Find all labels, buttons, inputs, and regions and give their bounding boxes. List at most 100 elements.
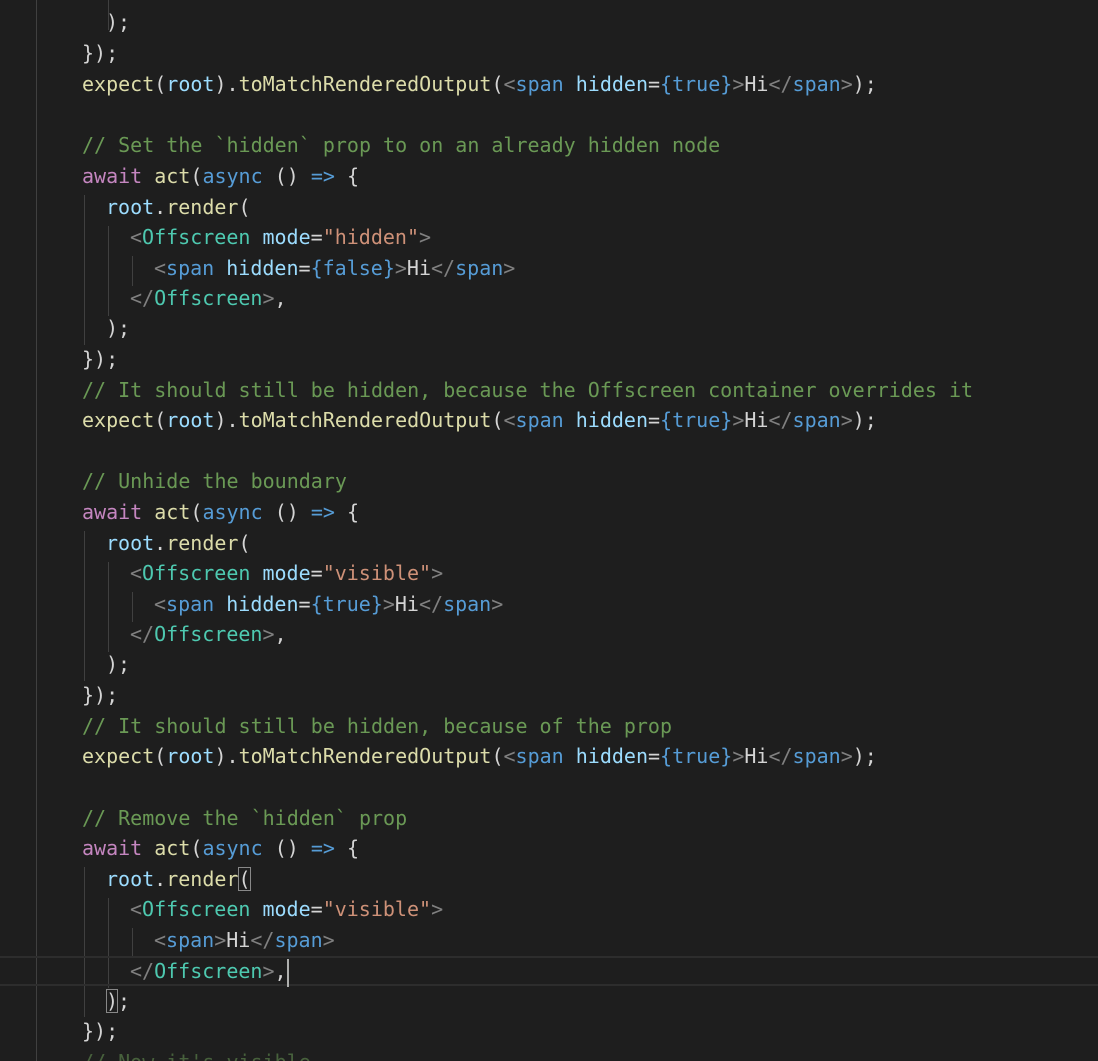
token-kw: false [322,256,383,280]
token-punc: }); [82,41,119,65]
token-angle: > [394,256,407,280]
token-punc: = [298,592,311,616]
token-punc: ( [238,195,251,219]
token-fn: act [154,836,191,860]
token-kw: { [310,592,323,616]
token-component: Offscreen [154,286,263,310]
token-tag: span [274,928,323,952]
code-line: // Remove the `hidden` prop [0,803,1098,833]
token-angle: < [154,928,167,952]
token-angle: < [154,592,167,616]
token-fn: render [166,867,239,891]
token-angle: </ [130,959,155,983]
token-ctrl: await [82,836,143,860]
token-angle: > [840,408,853,432]
token-punc: , [274,286,287,310]
code-line: ); [0,649,1098,679]
token-kw: { [310,256,323,280]
token-fn: render [166,531,239,555]
token-kw: true [672,744,721,768]
token-punc: . [226,744,239,768]
token-fn: render [166,195,239,219]
token-kw: } [720,408,733,432]
code-comment: // Remove the `hidden` prop [82,806,408,830]
code-editor[interactable]: ); }); expect(root).toMatchRenderedOutpu… [0,0,1098,1061]
token-punc: ( [190,164,203,188]
code-line: <Offscreen mode="visible"> [0,558,1098,588]
current-line[interactable]: </Offscreen>, [0,956,1098,987]
token-punc: ) [214,72,227,96]
token-punc: , [274,959,287,983]
token-angle: > [262,959,275,983]
code-line: <span>Hi</span> [0,925,1098,955]
code-line: ); [0,7,1098,37]
token-punc: () [262,164,311,188]
code-line: root.render( [0,528,1098,558]
token-kw: true [322,592,371,616]
token-kw: } [370,592,383,616]
token-angle: > [503,256,516,280]
code-line: ); [0,986,1098,1016]
token-punc: = [298,256,311,280]
code-line: }); [0,344,1098,374]
token-angle: > [382,592,395,616]
token-kw: } [720,744,733,768]
token-ctrl: await [82,500,143,524]
token-angle: > [840,72,853,96]
token-text: Hi [394,592,419,616]
token-kw: true [672,72,721,96]
code-comment: // It should still be hidden, because of… [82,714,673,738]
token-punc: ); [106,652,131,676]
token-kw: => [310,500,335,524]
token-attr: hidden [226,256,299,280]
token-punc: = [310,897,323,921]
token-fn: toMatchRenderedOutput [238,744,492,768]
token-punc: () [262,500,311,524]
code-line: await act(async () => { [0,161,1098,191]
token-punc: = [648,408,661,432]
token-attr: mode [262,225,311,249]
token-tag: span [515,744,564,768]
token-punc: ); [852,744,877,768]
code-line: expect(root).toMatchRenderedOutput(<span… [0,405,1098,435]
token-tag: span [515,408,564,432]
token-angle: > [732,72,745,96]
code-line: // It should still be hidden, because of… [0,711,1098,741]
token-var: root [106,531,155,555]
token-punc: ); [852,408,877,432]
token-text: Hi [744,408,769,432]
token-angle: > [262,286,275,310]
token-angle: > [262,622,275,646]
token-var: root [166,408,215,432]
token-angle: > [491,592,504,616]
token-punc: . [154,867,167,891]
token-punc: }); [82,683,119,707]
code-comment: // It should still be hidden, because th… [82,378,974,402]
token-var: root [106,195,155,219]
token-str: "visible" [322,561,432,585]
token-angle: </ [130,286,155,310]
code-comment-partial: // Now it's visible [82,1047,311,1061]
token-text: Hi [744,72,769,96]
token-angle: < [130,897,143,921]
token-text: Hi [406,256,432,280]
token-attr: hidden [226,592,299,616]
token-angle: < [130,561,143,585]
token-angle: > [732,408,745,432]
token-punc: ( [238,531,251,555]
token-kw: => [310,164,335,188]
token-var: root [166,72,215,96]
token-angle: </ [768,408,793,432]
code-line: </Offscreen>, [0,619,1098,649]
token-angle: < [503,744,516,768]
token-angle: > [214,928,227,952]
token-angle: </ [250,928,275,952]
token-punc: . [226,408,239,432]
token-punc: ) [214,744,227,768]
token-ctrl: await [82,164,143,188]
token-tag: span [792,72,841,96]
